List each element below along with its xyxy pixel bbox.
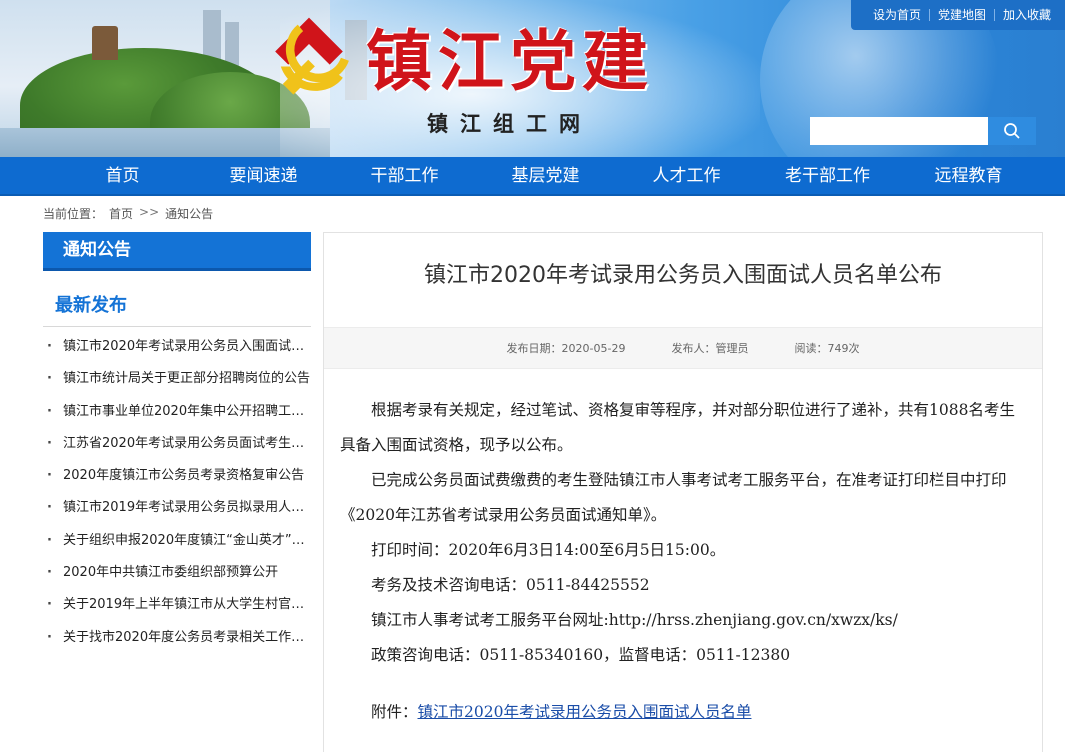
nav-news[interactable]: 要闻速递: [193, 157, 334, 194]
publish-date: 发布日期：2020-05-29: [507, 340, 626, 356]
attachment: 附件：镇江市2020年考试录用公务员入围面试人员名单: [340, 695, 1022, 730]
main-nav: 首页 要闻速递 干部工作 基层党建 人才工作 老干部工作 远程教育: [0, 157, 1065, 196]
banner-pagoda: [92, 26, 118, 60]
breadcrumb-prefix: 当前位置：: [43, 207, 104, 221]
article-paragraph: 打印时间：2020年6月3日14:00至6月5日15:00。: [371, 541, 726, 559]
publish-date-value: 2020-05-29: [561, 342, 626, 355]
search-bar: [810, 117, 1036, 145]
nav-veteran-cadre[interactable]: 老干部工作: [757, 157, 898, 194]
list-item[interactable]: 关于找市2020年度公务员考录相关工作的通知: [43, 622, 311, 654]
breadcrumb-home[interactable]: 首页: [109, 205, 133, 222]
nav-remote-education[interactable]: 远程教育: [898, 157, 1039, 194]
sidebar-heading: 通知公告: [43, 232, 311, 271]
view-count: 阅读：749次: [794, 340, 859, 356]
publisher-label: 发布人：: [671, 342, 716, 355]
view-count-value: 749次: [827, 342, 860, 355]
publish-date-label: 发布日期：: [506, 342, 562, 355]
search-icon: [1004, 123, 1020, 139]
breadcrumb: 当前位置： 首页 >> 通知公告: [43, 205, 213, 222]
top-links: 设为首页 党建地图 加入收藏: [850, 0, 1065, 30]
party-emblem-icon: [275, 17, 351, 95]
list-item[interactable]: 关于2019年上半年镇江市从大学生村官中考录: [43, 589, 311, 621]
article-paragraph: 镇江市人事考试考工服务平台网址:http://hrss.zhenjiang.go…: [371, 611, 898, 629]
sidebar-subheading: 最新发布: [43, 291, 311, 327]
article-title: 镇江市2020年考试录用公务员入围面试人员名单公布: [424, 263, 942, 288]
latest-list: 镇江市2020年考试录用公务员入围面试人员名单公布 镇江市统计局关于更正部分招聘…: [43, 331, 311, 654]
article-paragraph: 根据考录有关规定，经过笔试、资格复审等程序，并对部分职位进行了递补，共有1088…: [340, 401, 1015, 454]
nav-talent-work[interactable]: 人才工作: [616, 157, 757, 194]
publisher: 发布人：管理员: [671, 340, 748, 356]
nav-home[interactable]: 首页: [52, 157, 193, 194]
article-paragraph: 已完成公务员面试费缴费的考生登陆镇江市人事考试考工服务平台，在准考证打印栏目中打…: [340, 471, 1007, 524]
article-meta: 发布日期：2020-05-29 发布人：管理员 阅读：749次: [324, 327, 1042, 369]
sidebar: 通知公告 最新发布 镇江市2020年考试录用公务员入围面试人员名单公布 镇江市统…: [43, 232, 311, 654]
site-banner: 镇江党建 镇江组工网 设为首页 党建地图 加入收藏: [0, 0, 1065, 157]
search-button[interactable]: [988, 117, 1036, 145]
site-subtitle: 镇江组工网: [427, 112, 592, 136]
attachment-link[interactable]: 镇江市2020年考试录用公务员入围面试人员名单: [418, 703, 752, 721]
set-homepage-link[interactable]: 设为首页: [865, 9, 929, 21]
view-count-label: 阅读：: [794, 342, 828, 355]
list-item[interactable]: 江苏省2020年考试录用公务员面试考生须知: [43, 428, 311, 460]
list-item[interactable]: 2020年中共镇江市委组织部预算公开: [43, 557, 311, 589]
article-paragraph: 政策咨询电话：0511-85340160，监督电话：0511-12380: [371, 646, 791, 664]
article-panel: 镇江市2020年考试录用公务员入围面试人员名单公布 发布日期：2020-05-2…: [323, 232, 1043, 752]
article-paragraph: 考务及技术咨询电话：0511-84425552: [371, 576, 650, 594]
party-map-link[interactable]: 党建地图: [928, 9, 994, 21]
nav-grassroots-party[interactable]: 基层党建: [475, 157, 616, 194]
list-item[interactable]: 关于组织申报2020年度镇江“金山英才”计划: [43, 525, 311, 557]
add-favorite-link[interactable]: 加入收藏: [993, 9, 1059, 21]
list-item[interactable]: 镇江市统计局关于更正部分招聘岗位的公告: [43, 363, 311, 395]
attachment-label: 附件：: [371, 703, 418, 721]
site-title: 镇江党建: [366, 22, 654, 100]
list-item[interactable]: 2020年度镇江市公务员考录资格复审公告: [43, 460, 311, 492]
list-item[interactable]: 镇江市2020年考试录用公务员入围面试人员名单公布: [43, 331, 311, 363]
list-item[interactable]: 镇江市2019年考试录用公务员拟录用人员名单: [43, 492, 311, 524]
nav-cadre-work[interactable]: 干部工作: [334, 157, 475, 194]
publisher-value: 管理员: [715, 342, 749, 355]
breadcrumb-separator: >>: [139, 205, 160, 219]
search-input[interactable]: [810, 117, 988, 145]
breadcrumb-current: 通知公告: [165, 207, 214, 221]
article-body: 根据考录有关规定，经过笔试、资格复审等程序，并对部分职位进行了递补，共有1088…: [324, 369, 1042, 730]
list-item[interactable]: 镇江市事业单位2020年集中公开招聘工作人员: [43, 396, 311, 428]
